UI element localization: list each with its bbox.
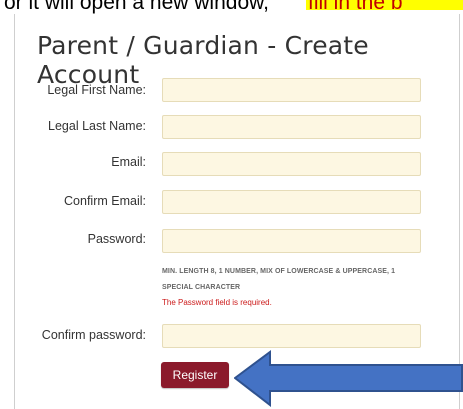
last-name-field[interactable] (162, 115, 421, 139)
confirm-email-label: Confirm Email: (64, 194, 146, 208)
first-name-field[interactable] (162, 78, 421, 102)
instruction-text: or it will open a new window, (4, 0, 269, 14)
highlighted-instruction: fill in the b (306, 0, 463, 10)
confirm-password-label: Confirm password: (41, 328, 146, 342)
confirm-password-field[interactable] (162, 324, 421, 348)
last-name-label: Legal Last Name: (48, 119, 146, 133)
password-error-message: The Password field is required. (162, 298, 272, 307)
password-requirements-line2: SPECIAL CHARACTER (162, 284, 241, 291)
password-label: Password: (87, 232, 146, 246)
first-name-label: Legal First Name: (47, 83, 146, 97)
password-requirements-line1: MIN. LENGTH 8, 1 NUMBER, MIX OF LOWERCAS… (162, 268, 396, 275)
password-requirements: MIN. LENGTH 8, 1 NUMBER, MIX OF LOWERCAS… (162, 264, 432, 296)
left-arrow-icon (234, 350, 463, 407)
password-field[interactable] (162, 229, 421, 253)
email-label: Email: (111, 155, 146, 169)
register-button[interactable]: Register (161, 362, 229, 388)
confirm-email-field[interactable] (162, 190, 421, 214)
email-field[interactable] (162, 152, 421, 176)
highlighted-instruction-text: fill in the b (308, 0, 403, 10)
